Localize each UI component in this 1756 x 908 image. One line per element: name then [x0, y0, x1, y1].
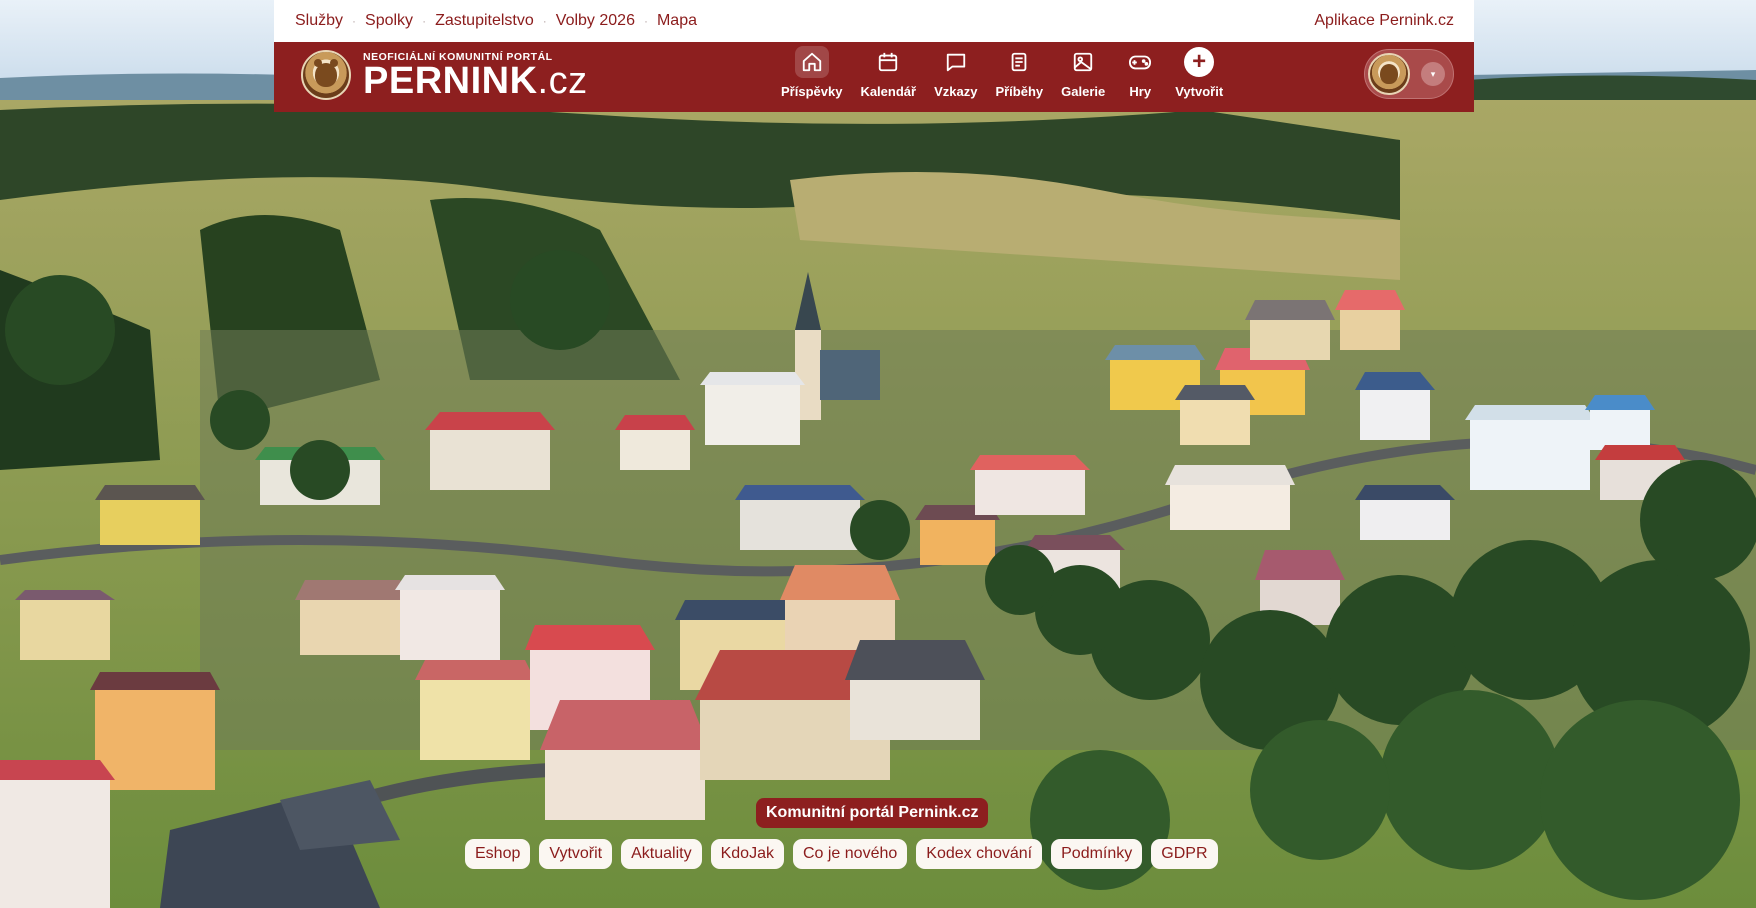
nav-pribehy[interactable]: Příběhy [986, 46, 1052, 99]
footer-link-co-je-noveho[interactable]: Co je nového [792, 839, 908, 869]
footer-link-podminky[interactable]: Podmínky [1051, 839, 1143, 869]
top-link-separator: · [422, 14, 427, 28]
top-link-separator: · [352, 14, 357, 28]
portal-badge: Komunitní portál Pernink.cz [756, 798, 989, 828]
site-logo[interactable]: NEOFICIÁLNÍ KOMUNITNÍ PORTÁL PERNINK.cz [301, 50, 588, 100]
nav-label: Příběhy [995, 84, 1044, 99]
top-link-sluzby[interactable]: Služby [295, 12, 343, 30]
top-link-bar: Služby · Spolky · Zastupitelstvo · Volby… [274, 0, 1474, 42]
user-menu-button[interactable]: ▾ [1364, 49, 1454, 99]
nav-vytvorit[interactable]: + Vytvořit [1166, 46, 1232, 99]
nav-kalendar[interactable]: Kalendář [851, 46, 925, 99]
footer-link-gdpr[interactable]: GDPR [1151, 839, 1218, 869]
footer-link-aktuality[interactable]: Aktuality [621, 839, 702, 869]
top-link-separator: · [542, 14, 547, 28]
footer-link-kodex-chovani[interactable]: Kodex chování [916, 839, 1043, 869]
nav-label: Příspěvky [781, 84, 843, 99]
top-links: Služby · Spolky · Zastupitelstvo · Volby… [295, 12, 697, 30]
avatar [1368, 53, 1410, 95]
footer-link-kdojak[interactable]: KdoJak [710, 839, 784, 869]
footer-link-vytvorit[interactable]: Vytvořit [539, 839, 613, 869]
image-icon [1066, 46, 1100, 78]
nav-galerie[interactable]: Galerie [1052, 46, 1114, 99]
logo-name: PERNINK.cz [363, 60, 588, 102]
app-download-link[interactable]: Aplikace Pernink.cz [1314, 12, 1454, 30]
top-link-zastupitelstvo[interactable]: Zastupitelstvo [435, 12, 534, 30]
main-header: NEOFICIÁLNÍ KOMUNITNÍ PORTÁL PERNINK.cz … [274, 42, 1474, 112]
home-icon [794, 46, 829, 78]
bear-logo-icon [301, 50, 351, 100]
nav-label: Hry [1129, 84, 1152, 99]
nav-label: Kalendář [860, 84, 917, 99]
top-link-separator: · [643, 14, 648, 28]
chevron-down-icon: ▾ [1421, 62, 1445, 86]
background-village-photo [0, 0, 1756, 908]
top-link-spolky[interactable]: Spolky [365, 12, 413, 30]
footer-links: Eshop Vytvořit Aktuality KdoJak Co je no… [465, 839, 1227, 869]
logo-name-main: PERNINK [363, 60, 538, 102]
logo-name-tld: .cz [537, 60, 588, 102]
document-icon [1002, 46, 1036, 78]
plus-icon: + [1182, 46, 1216, 78]
top-link-volby[interactable]: Volby 2026 [556, 12, 635, 30]
nav-prispevky[interactable]: Příspěvky [772, 46, 851, 99]
gamepad-icon [1123, 46, 1157, 78]
nav-vzkazy[interactable]: Vzkazy [925, 46, 986, 99]
main-nav: Příspěvky Kalendář Vzkazy Příběhy Galeri… [772, 46, 1232, 99]
message-icon [939, 46, 973, 78]
nav-label: Vzkazy [934, 84, 978, 99]
nav-hry[interactable]: Hry [1114, 46, 1166, 99]
logo-text: NEOFICIÁLNÍ KOMUNITNÍ PORTÁL PERNINK.cz [363, 51, 588, 102]
top-link-mapa[interactable]: Mapa [657, 12, 697, 30]
footer-link-eshop[interactable]: Eshop [465, 839, 531, 869]
calendar-icon [871, 46, 905, 78]
nav-label: Galerie [1061, 84, 1106, 99]
nav-label: Vytvořit [1175, 84, 1224, 99]
